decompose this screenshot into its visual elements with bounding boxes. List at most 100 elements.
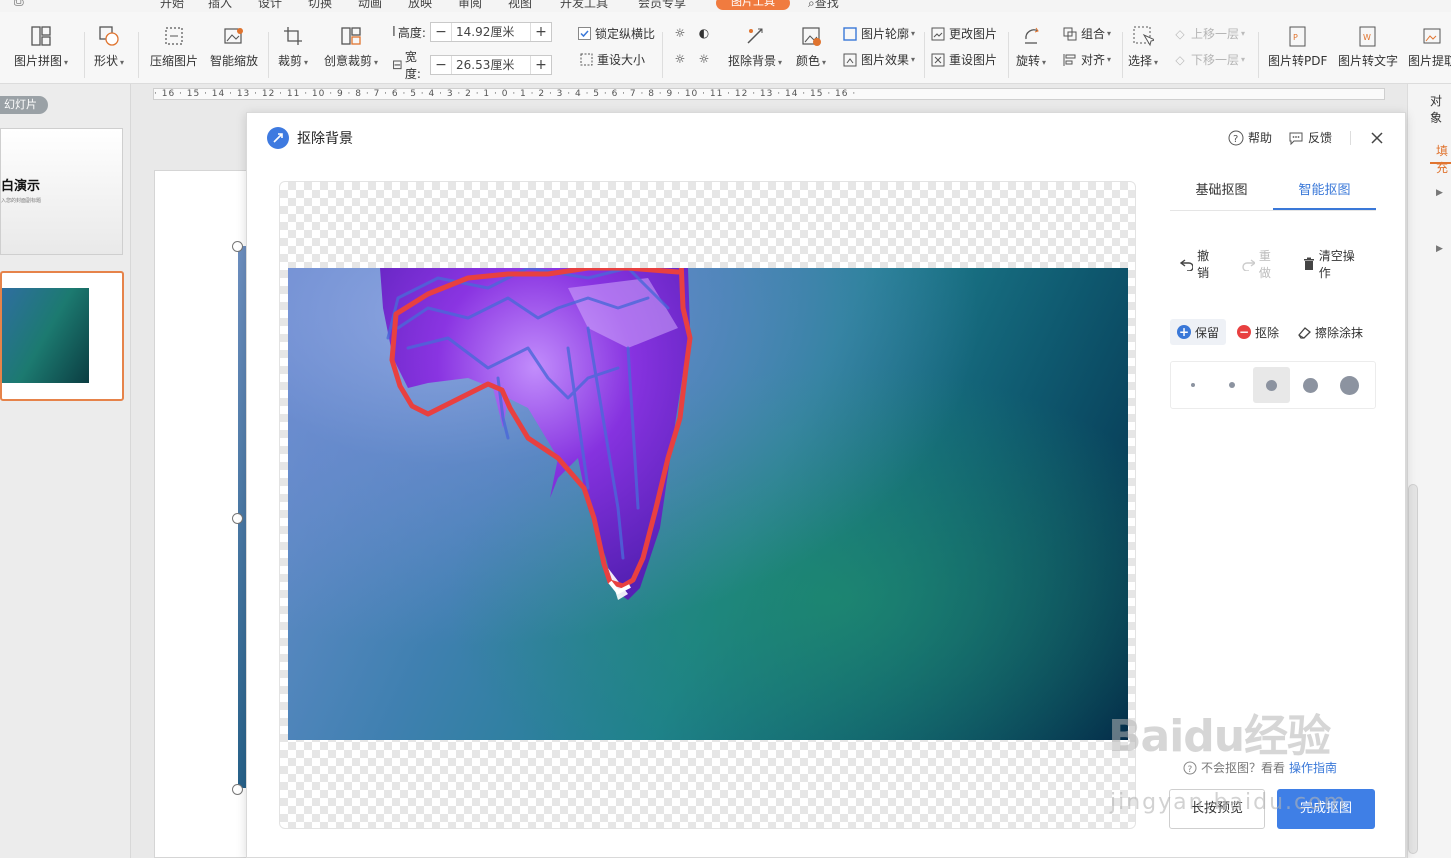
feedback-icon [1289, 132, 1303, 145]
resize-handle[interactable] [232, 241, 243, 252]
menu-view[interactable]: 视图 [508, 0, 532, 11]
creative-crop-button[interactable]: 创意裁剪 ▾ [324, 24, 378, 69]
help-button[interactable]: ? 帮助 [1228, 129, 1272, 146]
menu-home[interactable]: 开始 [160, 0, 184, 11]
brush-size-xl[interactable] [1332, 367, 1368, 403]
height-increase-button[interactable]: + [531, 23, 551, 41]
width-decrease-button[interactable]: − [431, 56, 451, 74]
dialog-actions: ? 帮助 反馈 [1212, 129, 1385, 146]
source-photo[interactable] [288, 268, 1128, 740]
tab-picture-tools[interactable]: 图片工具 [716, 0, 790, 10]
height-decrease-button[interactable]: − [431, 23, 451, 41]
slide-1-subtitle: 入您的封面副标题 [1, 198, 42, 204]
lock-ratio-checkbox[interactable]: 锁定纵横比 [576, 25, 655, 42]
reset-size-button[interactable]: 重设大小 [578, 51, 645, 68]
tab-basic-cutout[interactable]: 基础抠图 [1170, 173, 1273, 210]
height-label: 高度: [397, 25, 426, 40]
rotate-button[interactable]: 旋转 ▾ [1016, 24, 1046, 69]
expand-arrow-icon[interactable]: ▶ [1436, 244, 1443, 254]
search-icon: ⌕ [808, 0, 815, 10]
picture-collage-button[interactable]: 图片拼图 ▾ [14, 24, 68, 69]
picture-to-pdf-label: 图片转PDF [1268, 54, 1328, 68]
erase-mode-button[interactable]: 擦除涂抹 [1290, 319, 1370, 345]
width-input[interactable]: 26.53厘米 [451, 56, 531, 74]
contrast-down-icon: ☼ [698, 52, 710, 66]
group-button[interactable]: 组合 ▾ [1062, 25, 1111, 42]
shape-button[interactable]: 形状 ▾ [94, 24, 124, 69]
change-picture-button[interactable]: 更改图片 [930, 25, 997, 42]
contrast-up-icon: ◐ [698, 26, 710, 40]
tab-smart-cutout[interactable]: 智能抠图 [1273, 173, 1376, 210]
remove-mode-button[interactable]: − 抠除 [1230, 319, 1286, 345]
help-icon: ? [1228, 130, 1244, 145]
cutout-preview-canvas[interactable] [279, 181, 1136, 829]
brush-size-xs[interactable] [1175, 367, 1211, 403]
vertical-scrollbar[interactable] [1408, 484, 1418, 854]
smart-zoom-button[interactable]: 智能缩放 [210, 24, 258, 69]
picture-extract-button[interactable]: 图片提取 [1408, 24, 1451, 69]
compress-picture-button[interactable]: 压缩图片 [150, 24, 198, 69]
brightness-decrease-button[interactable]: ☼ [672, 51, 691, 67]
slides-tab[interactable]: 幻灯片 [0, 96, 48, 114]
brush-size-m[interactable] [1253, 367, 1290, 403]
contrast-decrease-button[interactable]: ☼ [696, 51, 715, 67]
color-button[interactable]: 颜色 ▾ [796, 24, 826, 69]
resize-handle[interactable] [232, 513, 243, 524]
menu-review[interactable]: 审阅 [458, 0, 482, 11]
expand-arrow-icon[interactable]: ▶ [1436, 188, 1443, 198]
baidu-watermark: Baidu经验 [1108, 711, 1331, 762]
compress-icon [162, 24, 186, 48]
undo-button[interactable]: 撤销 [1180, 247, 1220, 281]
menu-bar: ⎙ 开始 插入 设计 切换 动画 放映 审阅 视图 开发工具 会员专享 图片工具… [0, 0, 1451, 12]
picture-to-pdf-button[interactable]: P 图片转PDF [1268, 24, 1327, 69]
save-icon[interactable]: ⎙ [14, 0, 24, 9]
reset-picture-label: 重设图片 [949, 53, 998, 67]
outline-label: 图片轮廓 [861, 27, 910, 41]
crop-button[interactable]: 裁剪 ▾ [278, 24, 308, 69]
remove-background-logo-icon [267, 127, 289, 149]
align-button[interactable]: 对齐 ▾ [1062, 51, 1111, 68]
feedback-button[interactable]: 反馈 [1288, 129, 1332, 146]
search-box[interactable]: ⌕查找 [808, 0, 839, 11]
picture-collage-label: 图片拼图 [14, 54, 63, 68]
slide-thumbnail-2[interactable] [0, 271, 124, 401]
reset-picture-button[interactable]: 重设图片 [930, 51, 997, 68]
history-operations: 撤销 重做 清空操作 [1170, 247, 1376, 281]
clear-operations-label: 清空操作 [1318, 249, 1355, 280]
menu-animations[interactable]: 动画 [358, 0, 382, 11]
close-icon[interactable] [1369, 130, 1385, 146]
feedback-label: 反馈 [1307, 131, 1332, 145]
cutout-options-panel: 基础抠图 智能抠图 撤销 重做 清空操作 + 保留 − 抠除 擦除涂抹 [1170, 173, 1376, 409]
menu-slideshow[interactable]: 放映 [408, 0, 432, 11]
resize-handle[interactable] [232, 784, 243, 795]
divider [662, 32, 663, 78]
change-picture-icon [930, 26, 946, 42]
align-icon [1062, 52, 1078, 68]
keep-mode-button[interactable]: + 保留 [1170, 319, 1227, 345]
fill-tab[interactable]: 填充 [1436, 142, 1451, 176]
select-button[interactable]: 选择 ▾ [1128, 24, 1158, 69]
brush-size-l[interactable] [1293, 367, 1329, 403]
menu-member[interactable]: 会员专享 [638, 0, 686, 11]
menu-insert[interactable]: 插入 [208, 0, 232, 11]
remove-background-button[interactable]: 抠除背景 ▾ [728, 24, 782, 69]
picture-outline-button[interactable]: 图片轮廓 ▾ [842, 25, 915, 42]
picture-to-text-button[interactable]: W 图片转文字 [1338, 24, 1398, 69]
brightness-increase-button[interactable]: ☼ [672, 25, 691, 41]
slide-thumbnail-1[interactable]: 白演示 入您的封面副标题 [0, 128, 123, 255]
effects-label: 图片效果 [861, 53, 910, 67]
send-backward-button[interactable]: ◇ 下移一层 ▾ [1172, 51, 1245, 68]
contrast-increase-button[interactable]: ◐ [696, 25, 715, 41]
remove-label: 抠除 [1255, 325, 1280, 340]
menu-developer[interactable]: 开发工具 [560, 0, 608, 11]
brush-size-s[interactable] [1214, 367, 1250, 403]
clear-operations-button[interactable]: 清空操作 [1303, 247, 1364, 281]
picture-effects-button[interactable]: 图片效果 ▾ [842, 51, 915, 68]
dialog-title: 抠除背景 [297, 131, 353, 147]
menu-design[interactable]: 设计 [258, 0, 282, 11]
width-increase-button[interactable]: + [531, 56, 551, 74]
bring-forward-button[interactable]: ◇ 上移一层 ▾ [1172, 25, 1245, 42]
height-input[interactable]: 14.92厘米 [451, 23, 531, 41]
menu-transitions[interactable]: 切换 [308, 0, 332, 11]
redo-button[interactable]: 重做 [1242, 247, 1282, 281]
